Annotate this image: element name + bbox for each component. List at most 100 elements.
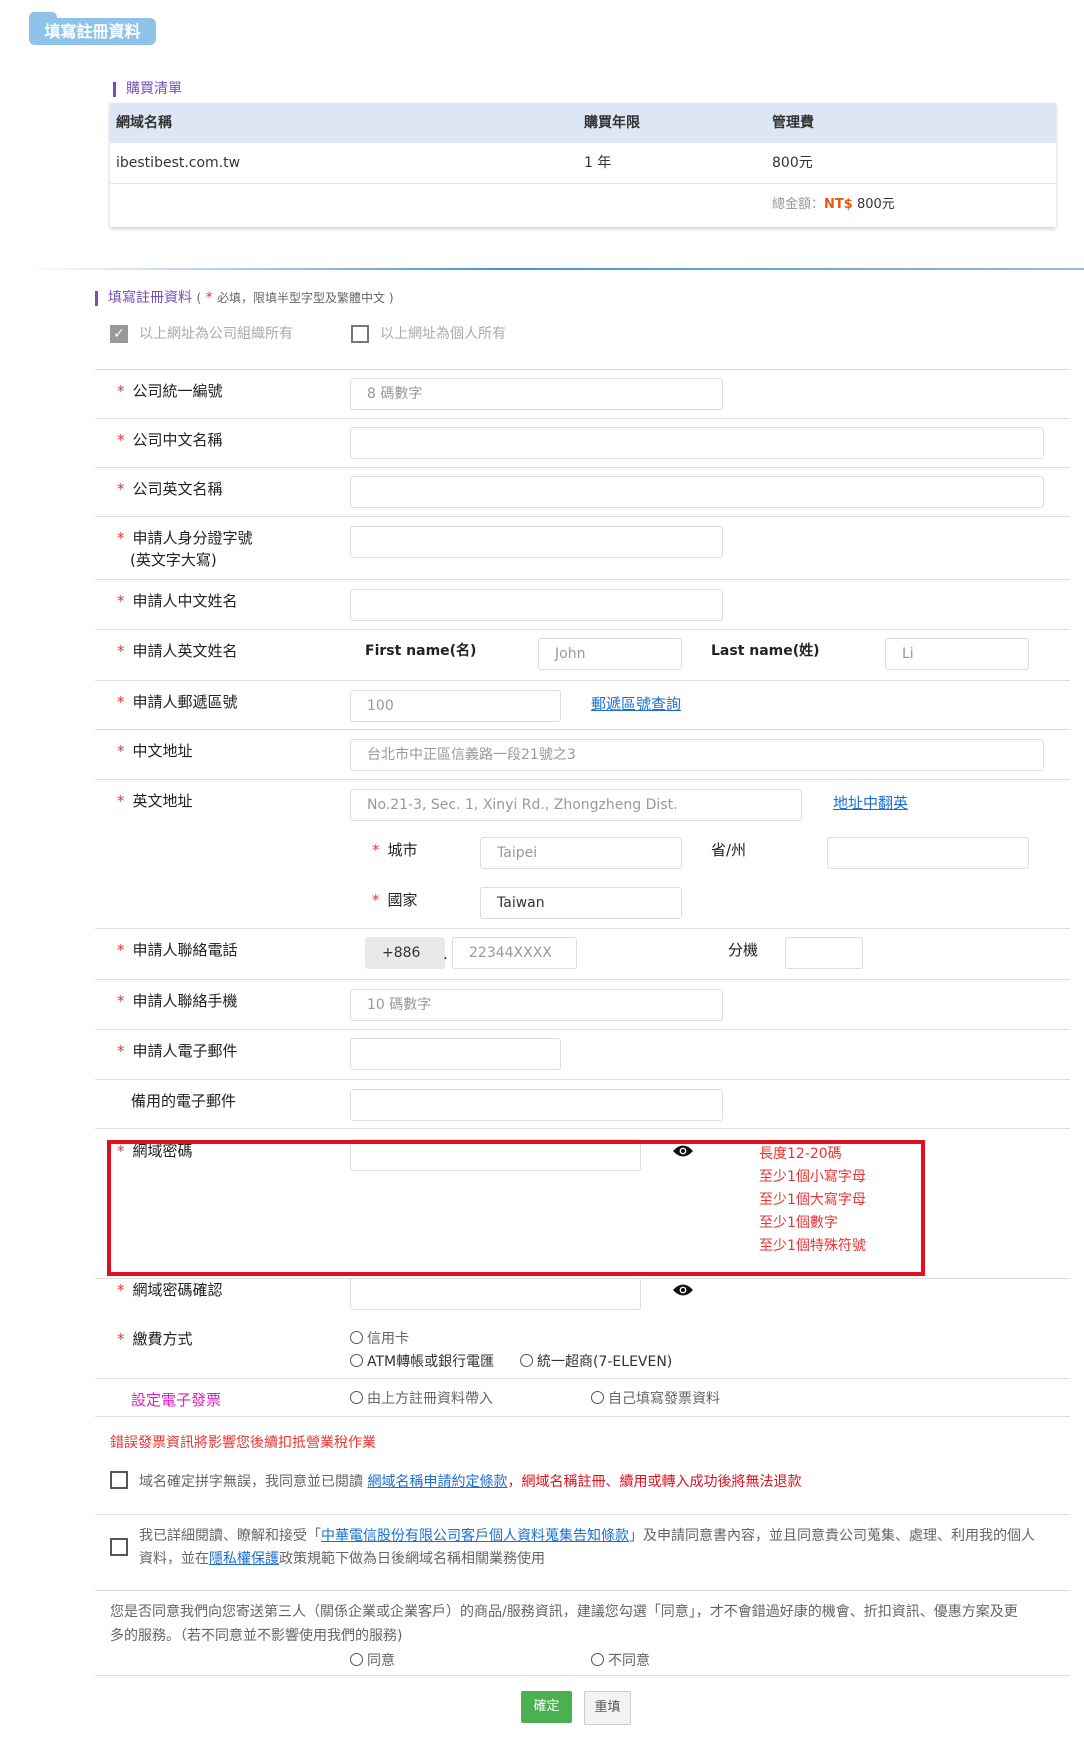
total-amount: 800元 bbox=[856, 197, 895, 212]
row-line bbox=[95, 1514, 1070, 1515]
purchase-table-header bbox=[110, 103, 1056, 143]
form-section-title-text: 填寫註冊資料 bbox=[108, 290, 192, 306]
radio-icon bbox=[350, 1331, 363, 1344]
row-line bbox=[95, 1378, 1070, 1379]
tax-id-input[interactable]: 8 碼數字 bbox=[350, 378, 723, 410]
applicant-id-sublabel: (英文字大寫) bbox=[130, 551, 217, 569]
row-line bbox=[95, 979, 1070, 980]
name-zh-label: * 申請人中文姓名 bbox=[117, 592, 238, 610]
first-name-label: First name(名) bbox=[365, 643, 477, 659]
city-input[interactable]: Taipei bbox=[480, 837, 682, 869]
owner-person-label: 以上網址為個人所有 bbox=[380, 326, 506, 342]
zip-input[interactable]: 100 bbox=[350, 690, 561, 722]
row-line bbox=[95, 1416, 1070, 1417]
row-line bbox=[95, 928, 1070, 929]
email-backup-input[interactable] bbox=[350, 1089, 723, 1121]
form-section-title: 填寫註冊資料 ( * 必填，限填半型字型及繁體中文 ) bbox=[95, 291, 394, 306]
row-line bbox=[95, 579, 1070, 580]
addr-zh-input[interactable]: 台北市中正區信義路一段21號之3 bbox=[350, 739, 1044, 771]
owner-person-checkbox[interactable] bbox=[351, 325, 369, 343]
mobile-label: * 申請人聯絡手機 bbox=[117, 992, 238, 1010]
invoice-warning: 錯誤發票資訊將影響您後續扣抵營業稅作業 bbox=[110, 1435, 376, 1451]
agree-privacy-checkbox[interactable] bbox=[110, 1538, 128, 1556]
row-years: 1 年 bbox=[584, 155, 612, 171]
phone-input[interactable]: 22344XXXX bbox=[452, 937, 577, 969]
company-en-input[interactable] bbox=[350, 476, 1044, 508]
country-input[interactable]: Taiwan bbox=[480, 887, 682, 919]
addr-translate-link[interactable]: 地址中翻英 bbox=[833, 792, 908, 813]
password-confirm-label: * 網域密碼確認 bbox=[117, 1281, 223, 1299]
column-domain: 網域名稱 bbox=[116, 115, 172, 131]
tax-id-label: * 公司統一編號 bbox=[117, 382, 223, 400]
payment-label: * 繳費方式 bbox=[117, 1330, 193, 1348]
owner-company-checkbox[interactable]: ✓ bbox=[110, 325, 128, 343]
first-name-input[interactable]: John bbox=[538, 638, 682, 670]
privacy-notice-link[interactable]: 中華電信股份有限公司客戶個人資料蒐集告知條款 bbox=[321, 1528, 629, 1544]
invoice-option-manual[interactable]: 自己填寫發票資料 bbox=[591, 1388, 720, 1408]
row-line bbox=[95, 467, 1070, 468]
submit-button[interactable]: 確定 bbox=[521, 1691, 572, 1723]
page-tag: 填寫註冊資料 bbox=[29, 12, 156, 45]
zip-lookup-link[interactable]: 郵遞區號查詢 bbox=[591, 693, 681, 714]
required-star: * bbox=[205, 290, 213, 306]
phone-country-code: +886 bbox=[365, 937, 445, 969]
city-label: * 城市 bbox=[372, 841, 418, 859]
terms-link[interactable]: 網域名稱申請約定條款 bbox=[367, 1474, 507, 1490]
reset-button[interactable]: 重填 bbox=[584, 1691, 631, 1725]
password-confirm-input[interactable] bbox=[350, 1278, 641, 1310]
mobile-input[interactable]: 10 碼數字 bbox=[350, 989, 723, 1021]
radio-icon bbox=[350, 1391, 363, 1404]
row-line bbox=[95, 1128, 1070, 1129]
email-label: * 申請人電子郵件 bbox=[117, 1042, 238, 1060]
marketing-yes-option[interactable]: 同意 bbox=[350, 1650, 395, 1670]
row-line bbox=[95, 1029, 1070, 1030]
show-password-confirm-icon[interactable] bbox=[672, 1283, 694, 1297]
row-line bbox=[95, 1675, 1070, 1676]
password-highlight-box bbox=[107, 1140, 925, 1276]
email-backup-label: 備用的電子郵件 bbox=[131, 1092, 237, 1110]
company-en-label: * 公司英文名稱 bbox=[117, 480, 223, 498]
row-fee: 800元 bbox=[772, 155, 813, 171]
payment-option-credit[interactable]: 信用卡 bbox=[350, 1328, 409, 1348]
agree-privacy-text: 我已詳細閱讀、瞭解和接受「中華電信股份有限公司客戶個人資料蒐集告知條款」及申請同… bbox=[139, 1528, 1035, 1567]
phone-ext-input[interactable] bbox=[785, 937, 863, 969]
addr-en-label: * 英文地址 bbox=[117, 792, 193, 810]
radio-icon bbox=[591, 1653, 604, 1666]
row-divider bbox=[110, 183, 1056, 184]
total-currency: NT$ bbox=[824, 197, 853, 212]
row-line bbox=[95, 680, 1070, 681]
marketing-consent-text: 您是否同意我們向您寄送第三人（關係企業或企業客戶）的商品/服務資訊，建議您勾選「… bbox=[110, 1604, 1018, 1644]
row-line bbox=[95, 1590, 1070, 1591]
state-input[interactable] bbox=[827, 837, 1029, 869]
radio-icon bbox=[520, 1354, 533, 1367]
payment-option-atm[interactable]: ATM轉帳或銀行電匯 bbox=[350, 1351, 494, 1371]
column-fee: 管理費 bbox=[772, 115, 814, 131]
name-zh-input[interactable] bbox=[350, 589, 723, 621]
row-line bbox=[95, 729, 1070, 730]
form-section-note-open: ( bbox=[196, 291, 202, 305]
last-name-input[interactable]: Li bbox=[885, 638, 1029, 670]
state-label: 省/州 bbox=[711, 841, 747, 859]
payment-option-711[interactable]: 統一超商(7-ELEVEN) bbox=[520, 1351, 672, 1371]
invoice-option-auto[interactable]: 由上方註冊資料帶入 bbox=[350, 1388, 493, 1408]
radio-icon bbox=[591, 1391, 604, 1404]
invoice-label: 設定電子發票 bbox=[131, 1391, 222, 1409]
applicant-id-input[interactable] bbox=[350, 526, 723, 558]
agree-terms-checkbox[interactable] bbox=[110, 1471, 128, 1489]
addr-en-input[interactable]: No.21-3, Sec. 1, Xinyi Rd., Zhongzheng D… bbox=[350, 789, 802, 821]
company-zh-input[interactable] bbox=[350, 427, 1044, 459]
row-domain: ibestibest.com.tw bbox=[116, 155, 241, 171]
row-line bbox=[95, 779, 1070, 780]
row-line bbox=[95, 418, 1070, 419]
purchase-section-title: 購買清單 bbox=[113, 82, 182, 97]
email-input[interactable] bbox=[350, 1038, 561, 1070]
section-divider bbox=[20, 268, 1084, 270]
row-line bbox=[95, 1079, 1070, 1080]
phone-separator: . bbox=[443, 945, 448, 963]
phone-ext-label: 分機 bbox=[728, 941, 759, 959]
agree-terms-text: 域名確定拼字無誤，我同意並已閱讀 網域名稱申請約定條款，網域名稱註冊、續用或轉入… bbox=[139, 1474, 802, 1490]
row-line bbox=[95, 369, 1070, 370]
marketing-no-option[interactable]: 不同意 bbox=[591, 1650, 650, 1670]
privacy-policy-link[interactable]: 隱私權保護 bbox=[209, 1551, 279, 1567]
total: 總金額：NT$ 800元 bbox=[772, 195, 895, 215]
